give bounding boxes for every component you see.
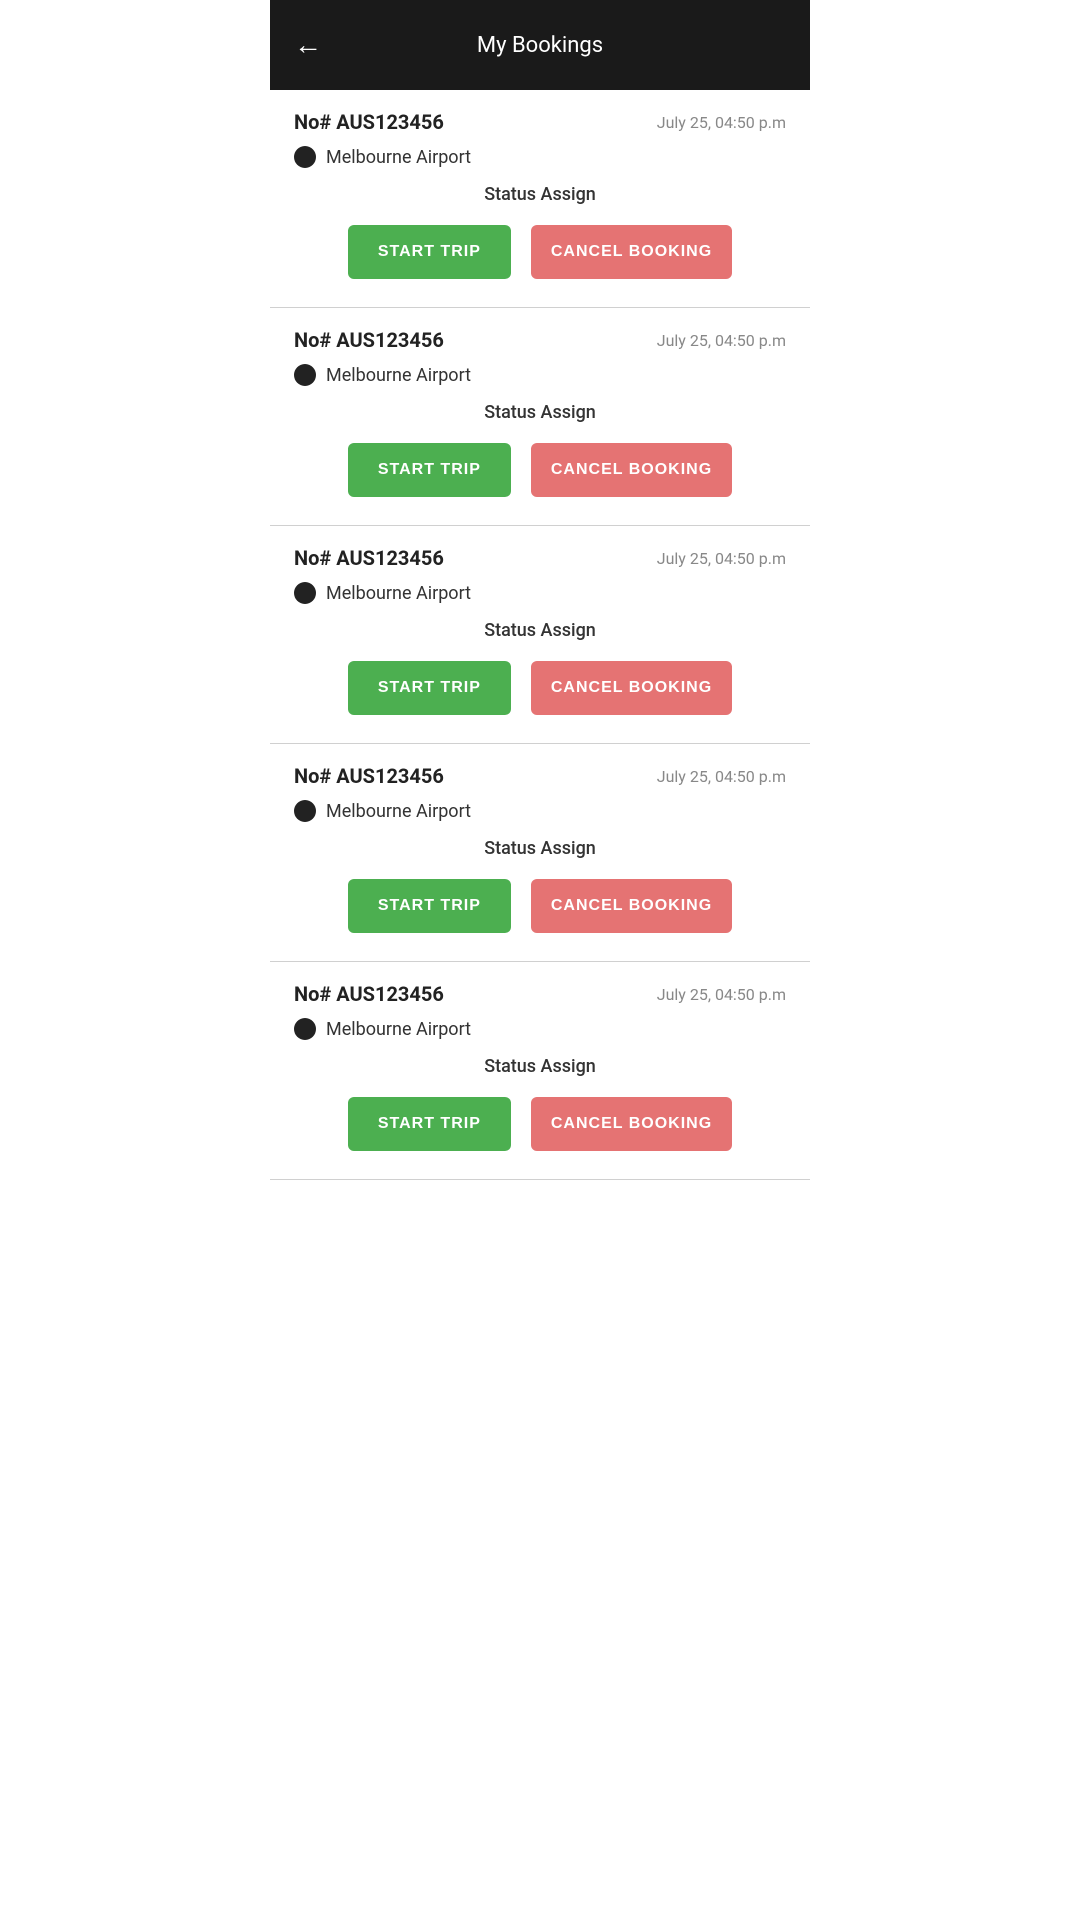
booking-status: Status Assign [294,620,786,641]
booking-actions: START TRIP CANCEL BOOKING [294,225,786,279]
booking-location: Melbourne Airport [294,1018,786,1040]
booking-card: No# AUS123456 July 25, 04:50 p.m Melbour… [270,308,810,526]
location-name: Melbourne Airport [326,1019,471,1040]
start-trip-button[interactable]: START TRIP [348,225,511,279]
booking-number: No# AUS123456 [294,328,444,352]
booking-header: No# AUS123456 July 25, 04:50 p.m [294,764,786,788]
booking-card: No# AUS123456 July 25, 04:50 p.m Melbour… [270,744,810,962]
location-dot-icon [294,800,316,822]
booking-date: July 25, 04:50 p.m [657,549,786,568]
location-dot-icon [294,1018,316,1040]
app-header: ← My Bookings [270,0,810,90]
booking-status: Status Assign [294,1056,786,1077]
start-trip-button[interactable]: START TRIP [348,661,511,715]
location-name: Melbourne Airport [326,801,471,822]
cancel-booking-button[interactable]: CANCEL BOOKING [531,661,732,715]
booking-actions: START TRIP CANCEL BOOKING [294,879,786,933]
booking-header: No# AUS123456 July 25, 04:50 p.m [294,110,786,134]
booking-actions: START TRIP CANCEL BOOKING [294,1097,786,1151]
booking-status: Status Assign [294,402,786,423]
booking-number: No# AUS123456 [294,982,444,1006]
booking-header: No# AUS123456 July 25, 04:50 p.m [294,546,786,570]
location-dot-icon [294,146,316,168]
booking-header: No# AUS123456 July 25, 04:50 p.m [294,328,786,352]
booking-card: No# AUS123456 July 25, 04:50 p.m Melbour… [270,526,810,744]
booking-location: Melbourne Airport [294,582,786,604]
booking-header: No# AUS123456 July 25, 04:50 p.m [294,982,786,1006]
booking-date: July 25, 04:50 p.m [657,113,786,132]
location-name: Melbourne Airport [326,583,471,604]
start-trip-button[interactable]: START TRIP [348,879,511,933]
booking-number: No# AUS123456 [294,110,444,134]
booking-status: Status Assign [294,184,786,205]
booking-number: No# AUS123456 [294,546,444,570]
booking-card: No# AUS123456 July 25, 04:50 p.m Melbour… [270,962,810,1180]
location-name: Melbourne Airport [326,147,471,168]
booking-actions: START TRIP CANCEL BOOKING [294,443,786,497]
location-dot-icon [294,582,316,604]
location-dot-icon [294,364,316,386]
cancel-booking-button[interactable]: CANCEL BOOKING [531,225,732,279]
back-button[interactable]: ← [294,31,322,59]
booking-status: Status Assign [294,838,786,859]
booking-location: Melbourne Airport [294,800,786,822]
cancel-booking-button[interactable]: CANCEL BOOKING [531,443,732,497]
booking-date: July 25, 04:50 p.m [657,985,786,1004]
booking-actions: START TRIP CANCEL BOOKING [294,661,786,715]
start-trip-button[interactable]: START TRIP [348,1097,511,1151]
cancel-booking-button[interactable]: CANCEL BOOKING [531,879,732,933]
booking-number: No# AUS123456 [294,764,444,788]
page-title: My Bookings [477,33,603,58]
booking-location: Melbourne Airport [294,364,786,386]
booking-card: No# AUS123456 July 25, 04:50 p.m Melbour… [270,90,810,308]
booking-list: No# AUS123456 July 25, 04:50 p.m Melbour… [270,90,810,1180]
cancel-booking-button[interactable]: CANCEL BOOKING [531,1097,732,1151]
booking-date: July 25, 04:50 p.m [657,331,786,350]
booking-location: Melbourne Airport [294,146,786,168]
start-trip-button[interactable]: START TRIP [348,443,511,497]
booking-date: July 25, 04:50 p.m [657,767,786,786]
location-name: Melbourne Airport [326,365,471,386]
